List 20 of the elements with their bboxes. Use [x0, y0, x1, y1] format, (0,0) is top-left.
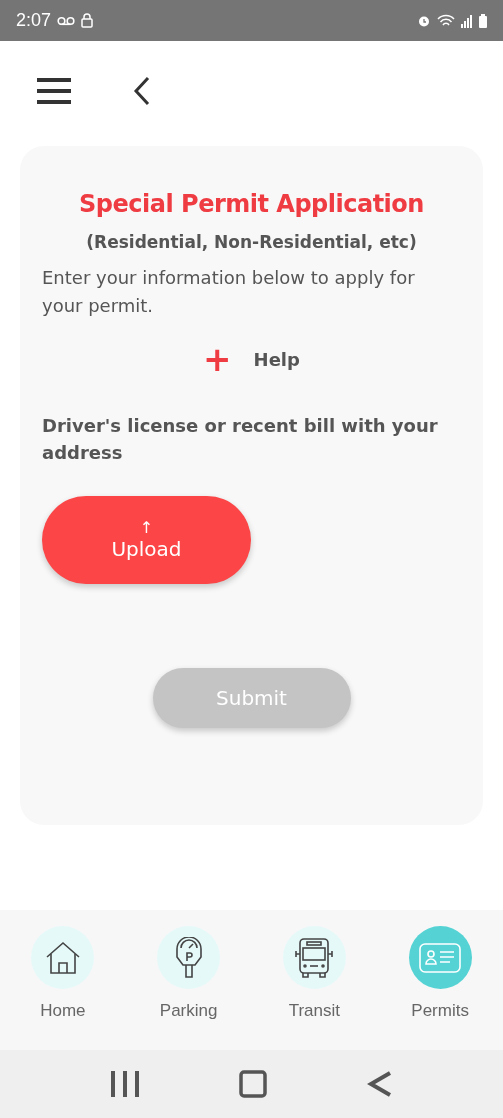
- recent-apps-icon[interactable]: [109, 1071, 140, 1097]
- upload-button[interactable]: ↑ Upload: [42, 496, 251, 584]
- signal-icon: [461, 13, 473, 28]
- help-button[interactable]: + Help: [199, 338, 304, 380]
- menu-icon[interactable]: [37, 77, 71, 104]
- status-time: 2:07: [16, 10, 52, 31]
- back-icon[interactable]: [367, 1070, 394, 1098]
- wifi-icon: [437, 13, 455, 28]
- form-subtitle: (Residential, Non-Residential, etc): [86, 232, 417, 252]
- form-title: Special Permit Application: [79, 190, 424, 218]
- id-card-icon: [418, 941, 463, 974]
- document-label: Driver's license or recent bill with your address: [42, 414, 439, 465]
- form-intro: Enter your information below to apply for your permit.: [42, 266, 416, 318]
- parking-meter-icon: [173, 936, 204, 979]
- home-icon[interactable]: [239, 1070, 268, 1098]
- lock-icon: [81, 13, 94, 28]
- voicemail-icon: [57, 15, 76, 26]
- battery-icon: [479, 13, 487, 28]
- house-icon: [44, 940, 81, 975]
- back-icon[interactable]: [133, 75, 151, 106]
